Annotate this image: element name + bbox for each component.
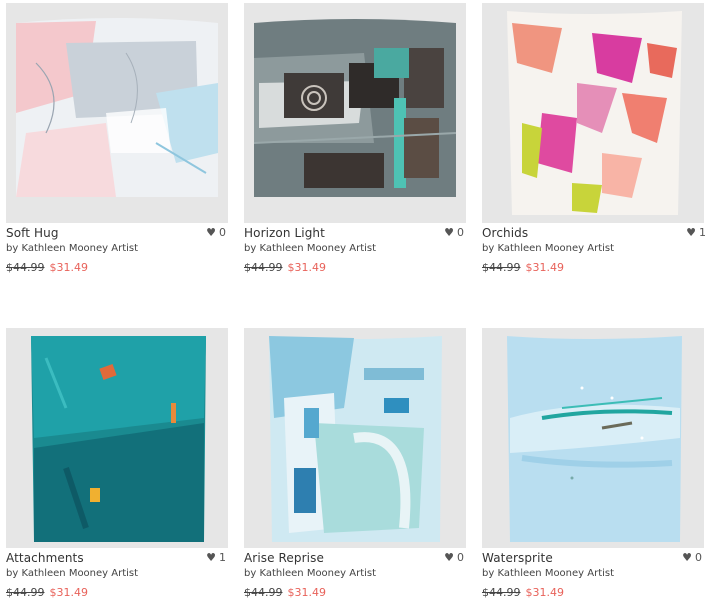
product-card[interactable]: Orchids ♥ 1 by Kathleen Mooney Artist $44…	[482, 3, 706, 283]
price: $44.99 $31.49	[6, 586, 88, 599]
product-title[interactable]: Orchids	[482, 226, 528, 240]
product-card[interactable]: Soft Hug ♥ 0 by Kathleen Mooney Artist $4…	[6, 3, 228, 283]
like-count-value: 1	[699, 226, 706, 239]
like-count[interactable]: ♥ 0	[444, 226, 464, 239]
product-meta: Orchids ♥ 1 by Kathleen Mooney Artist $44…	[482, 223, 706, 283]
product-artist[interactable]: by Kathleen Mooney Artist	[244, 568, 376, 579]
product-meta: Arise Reprise ♥ 0 by Kathleen Mooney Arti…	[244, 548, 466, 608]
product-artist[interactable]: by Kathleen Mooney Artist	[482, 243, 614, 254]
original-price: $44.99	[6, 586, 45, 599]
heart-icon[interactable]: ♥	[682, 552, 692, 563]
product-title[interactable]: Watersprite	[482, 551, 553, 565]
sale-price: $31.49	[49, 261, 89, 274]
like-count[interactable]: ♥ 0	[682, 551, 702, 564]
heart-icon[interactable]: ♥	[444, 227, 454, 238]
product-meta: Attachments ♥ 1 by Kathleen Mooney Artist…	[6, 548, 228, 608]
price: $44.99 $31.49	[482, 261, 564, 274]
product-card[interactable]: Attachments ♥ 1 by Kathleen Mooney Artist…	[6, 328, 228, 608]
original-price: $44.99	[244, 586, 283, 599]
heart-icon[interactable]: ♥	[206, 552, 216, 563]
like-count-value: 1	[219, 551, 226, 564]
sale-price: $31.49	[525, 261, 565, 274]
product-artist[interactable]: by Kathleen Mooney Artist	[482, 568, 614, 579]
price: $44.99 $31.49	[6, 261, 88, 274]
product-card[interactable]: Arise Reprise ♥ 0 by Kathleen Mooney Arti…	[244, 328, 466, 608]
price: $44.99 $31.49	[244, 261, 326, 274]
product-artist[interactable]: by Kathleen Mooney Artist	[6, 243, 138, 254]
sale-price: $31.49	[287, 586, 327, 599]
product-artist[interactable]: by Kathleen Mooney Artist	[6, 568, 138, 579]
like-count-value: 0	[695, 551, 702, 564]
product-title[interactable]: Arise Reprise	[244, 551, 324, 565]
like-count-value: 0	[457, 226, 464, 239]
product-artist[interactable]: by Kathleen Mooney Artist	[244, 243, 376, 254]
product-meta: Watersprite ♥ 0 by Kathleen Mooney Artist…	[482, 548, 704, 608]
sale-price: $31.49	[287, 261, 327, 274]
like-count[interactable]: ♥ 1	[686, 226, 706, 239]
product-card[interactable]: Watersprite ♥ 0 by Kathleen Mooney Artist…	[482, 328, 704, 608]
original-price: $44.99	[244, 261, 283, 274]
product-image[interactable]	[244, 328, 466, 548]
product-meta: Soft Hug ♥ 0 by Kathleen Mooney Artist $4…	[6, 223, 228, 283]
product-image[interactable]	[482, 328, 704, 548]
sale-price: $31.49	[525, 586, 565, 599]
sale-price: $31.49	[49, 586, 89, 599]
price: $44.99 $31.49	[482, 586, 564, 599]
heart-icon[interactable]: ♥	[206, 227, 216, 238]
like-count[interactable]: ♥ 1	[206, 551, 226, 564]
like-count[interactable]: ♥ 0	[206, 226, 226, 239]
product-image[interactable]	[6, 328, 228, 548]
original-price: $44.99	[6, 261, 45, 274]
product-image[interactable]	[482, 3, 704, 223]
like-count-value: 0	[219, 226, 226, 239]
product-meta: Horizon Light ♥ 0 by Kathleen Mooney Arti…	[244, 223, 466, 283]
product-image[interactable]	[244, 3, 466, 223]
original-price: $44.99	[482, 261, 521, 274]
like-count[interactable]: ♥ 0	[444, 551, 464, 564]
product-card[interactable]: Horizon Light ♥ 0 by Kathleen Mooney Arti…	[244, 3, 466, 283]
heart-icon[interactable]: ♥	[444, 552, 454, 563]
price: $44.99 $31.49	[244, 586, 326, 599]
product-title[interactable]: Attachments	[6, 551, 84, 565]
original-price: $44.99	[482, 586, 521, 599]
product-image[interactable]	[6, 3, 228, 223]
product-title[interactable]: Horizon Light	[244, 226, 325, 240]
like-count-value: 0	[457, 551, 464, 564]
heart-icon[interactable]: ♥	[686, 227, 696, 238]
product-title[interactable]: Soft Hug	[6, 226, 59, 240]
